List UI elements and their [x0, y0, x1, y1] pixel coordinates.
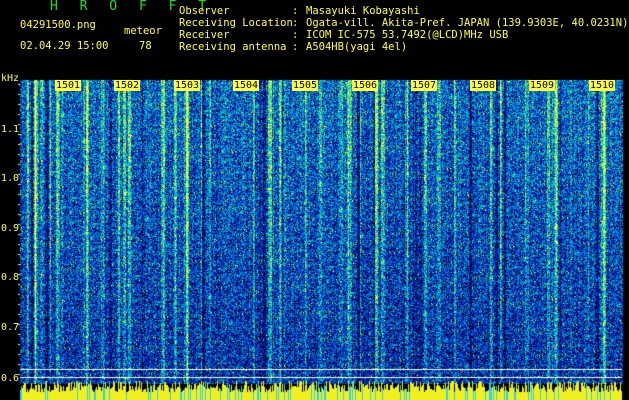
y-tick-label: 0.7	[1, 322, 20, 333]
datetime-label: 02.04.29 15:00	[20, 40, 109, 52]
time-marker-label: 1509	[529, 80, 556, 91]
spectrogram-image	[0, 0, 629, 400]
location-label: Receiving Location	[179, 17, 293, 29]
antenna-colon: :	[292, 41, 299, 53]
time-marker-label: 1510	[589, 80, 616, 91]
receiver-label: Receiver	[179, 29, 230, 41]
location-colon: :	[292, 17, 299, 29]
time-marker-label: 1506	[352, 80, 379, 91]
observer-value: Masayuki Kobayashi	[306, 5, 420, 17]
receiver-value: ICOM IC-575 53.7492(@LCD)MHz USB	[306, 29, 509, 41]
detection-count: 78	[139, 40, 152, 52]
observer-colon: :	[292, 5, 299, 17]
time-marker-label: 1501	[55, 80, 82, 91]
filename-label: 04291500.png	[20, 19, 96, 31]
time-marker-label: 1508	[470, 80, 497, 91]
y-axis-unit: kHz	[1, 73, 20, 84]
time-marker-label: 1503	[174, 80, 201, 91]
time-marker-label: 1507	[411, 80, 438, 91]
time-marker-label: 1505	[292, 80, 319, 91]
observer-label: Observer	[179, 5, 230, 17]
y-tick-label: 1.1	[1, 124, 20, 135]
y-tick-label: 1.0	[1, 173, 20, 184]
antenna-label: Receiving antenna	[179, 41, 287, 53]
y-tick-label: 0.6	[1, 373, 20, 384]
time-marker-label: 1504	[233, 80, 260, 91]
receiver-colon: :	[292, 29, 299, 41]
y-tick-label: 0.9	[1, 223, 20, 234]
antenna-value: A504HB(yagi 4el)	[306, 41, 408, 53]
detection-type-label: meteor	[124, 25, 162, 37]
y-tick-label: 0.8	[1, 272, 20, 283]
time-marker-label: 1502	[114, 80, 141, 91]
location-value: Ogata-vill. Akita-Pref. JAPAN (139.9303E…	[306, 17, 629, 29]
